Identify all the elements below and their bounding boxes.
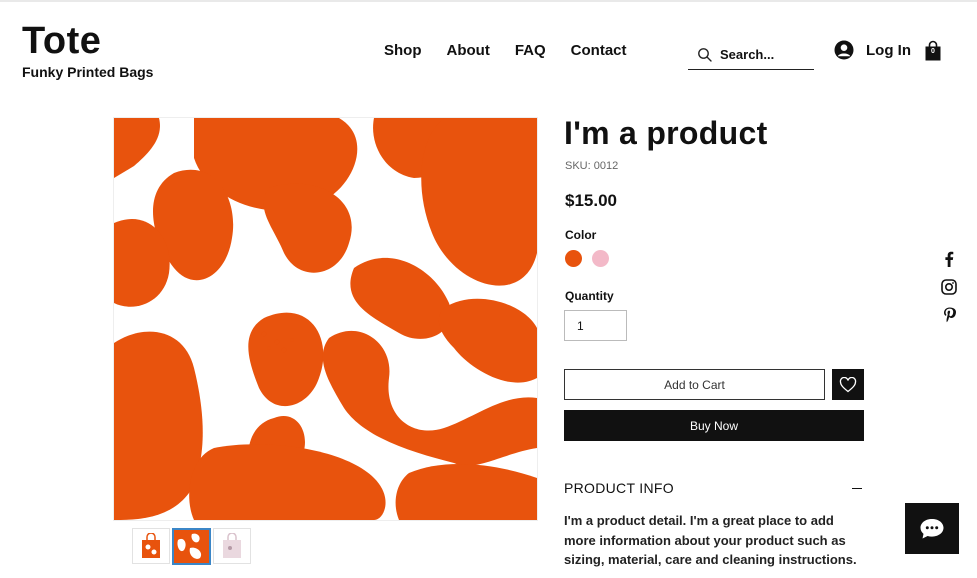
product-image-pattern — [114, 118, 537, 520]
search-icon — [698, 47, 712, 62]
facebook-icon[interactable] — [940, 250, 958, 268]
nav-faq[interactable]: FAQ — [515, 42, 546, 59]
pattern-thumbnail — [174, 530, 209, 563]
color-swatches — [565, 250, 609, 267]
cart-count: 0 — [931, 48, 935, 55]
thumbnail-pink-tote[interactable] — [213, 528, 251, 564]
product-info-toggle[interactable]: PRODUCT INFO — [564, 480, 864, 496]
collapse-icon — [852, 487, 862, 489]
tote-bag-thumbnail — [142, 533, 160, 558]
site-subtitle: Funky Printed Bags — [22, 64, 154, 80]
product-sku: SKU: 0012 — [565, 160, 619, 172]
nav-shop[interactable]: Shop — [384, 42, 422, 59]
product-title: I'm a product — [564, 115, 768, 151]
product-info-text: I'm a product detail. I'm a great place … — [564, 513, 857, 567]
top-divider — [0, 0, 977, 2]
product-price: $15.00 — [565, 191, 617, 210]
pink-bag-thumbnail — [223, 533, 241, 558]
color-swatch-pink[interactable] — [592, 250, 609, 267]
quantity-input[interactable] — [564, 310, 627, 341]
color-label: Color — [565, 228, 597, 242]
thumbnail-strip — [132, 528, 251, 565]
nav-about[interactable]: About — [447, 42, 490, 59]
site-title[interactable]: Tote — [22, 20, 101, 63]
buy-now-button[interactable]: Buy Now — [564, 410, 864, 441]
pinterest-icon[interactable] — [940, 306, 958, 324]
product-info-title: PRODUCT INFO — [564, 480, 674, 496]
quantity-label: Quantity — [565, 289, 614, 303]
wishlist-button[interactable] — [832, 369, 864, 400]
product-main-image[interactable] — [113, 117, 538, 521]
chat-button[interactable] — [905, 503, 959, 554]
instagram-icon[interactable] — [940, 278, 958, 296]
heart-icon — [839, 376, 857, 392]
chat-icon — [920, 518, 944, 538]
search-input[interactable] — [720, 47, 810, 62]
search-bar[interactable] — [688, 40, 814, 70]
social-bar — [940, 250, 958, 324]
login-label: Log In — [866, 41, 911, 59]
thumbnail-pattern-selected[interactable] — [172, 528, 211, 565]
login-button[interactable]: Log In — [834, 40, 911, 60]
main-nav: Shop About FAQ Contact — [384, 42, 627, 59]
user-icon — [834, 40, 854, 60]
thumbnail-orange-tote[interactable] — [132, 528, 170, 564]
color-swatch-orange[interactable] — [565, 250, 582, 267]
add-to-cart-button[interactable]: Add to Cart — [564, 369, 825, 400]
cart-button[interactable]: 0 — [924, 40, 942, 62]
nav-contact[interactable]: Contact — [571, 42, 627, 59]
